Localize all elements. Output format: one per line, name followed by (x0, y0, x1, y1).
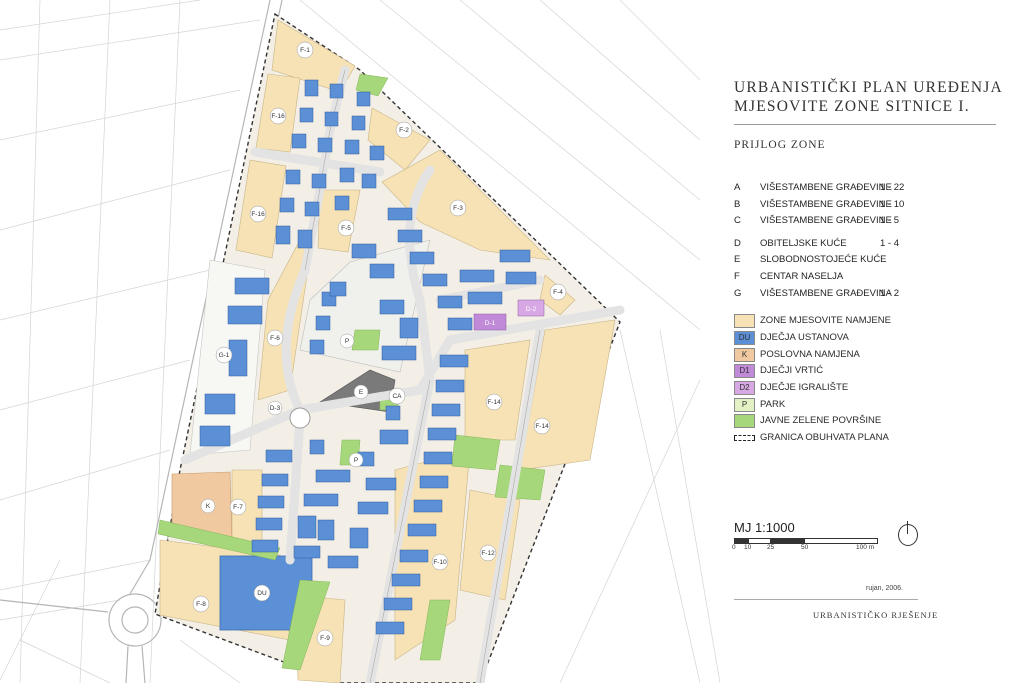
plan-title: URBANISTIČKI PLAN UREĐENJA MJESOVITE ZON… (734, 78, 1003, 116)
label-f14-right: F-14 (533, 417, 551, 435)
legend-swatch-d1: D1 (734, 364, 755, 378)
legend-public-green: JAVNE ZELENE POVRŠINE (734, 414, 1004, 428)
svg-text:F-8: F-8 (196, 601, 206, 608)
label-e: E (353, 384, 369, 400)
legend-mixed-use: ZONE MJESOVITE NAMJENE (734, 314, 1004, 328)
svg-text:F-2: F-2 (399, 127, 409, 134)
label-ca: CA (388, 387, 406, 405)
label-f10: F-10 (431, 553, 449, 571)
label-f4: F-4 (549, 283, 567, 301)
svg-text:F-16: F-16 (271, 113, 285, 120)
label-f16-mid: F-16 (249, 205, 267, 223)
svg-text:D-3: D-3 (270, 405, 281, 412)
svg-text:F-9: F-9 (320, 635, 330, 642)
svg-text:F-16: F-16 (251, 211, 265, 218)
legend-child-institution: DU DJEČJA USTANOVA (734, 331, 1004, 345)
legend-swatch-du: DU (734, 331, 755, 345)
label-du: DU (253, 584, 271, 602)
legend-kindergarten: D1 DJEČJI VRTIĆ (734, 364, 1004, 378)
zone-row-g: G VIŠESTAMBENE GRAĐEVINA 1 - 2 (734, 288, 900, 299)
label-f1: F-1 (296, 41, 314, 59)
label-f8: F-8 (192, 595, 210, 613)
label-d1: D-1 (485, 320, 496, 327)
label-d3: D-3 (267, 400, 283, 416)
svg-text:G-1: G-1 (219, 352, 230, 359)
label-f9: F-9 (316, 629, 334, 647)
scale-tick-50: 50 (801, 544, 809, 551)
scale-tick-100: 100 m (856, 544, 875, 551)
legend-swatch-d2: D2 (734, 381, 755, 395)
scale-bar-segment (770, 539, 805, 543)
svg-text:F-10: F-10 (433, 559, 447, 566)
zone-row-a: A VIŠESTAMBENE GRAĐEVINE 1 - 22 (734, 182, 905, 193)
legend-swatch-boundary (734, 435, 755, 441)
title-divider (734, 124, 996, 125)
legend-playground: D2 DJEČJE IGRALIŠTE (734, 381, 1004, 395)
footer-title: URBANISTIČKO RJEŠENJE (813, 610, 939, 620)
scale-label: MJ 1:1000 (734, 520, 795, 535)
label-f2: F-2 (395, 121, 413, 139)
label-f3: F-3 (449, 199, 467, 217)
label-k: K (200, 498, 216, 514)
plan-title-line1: URBANISTIČKI PLAN UREĐENJA (734, 79, 1003, 96)
label-f5: F-5 (337, 219, 355, 237)
zone-row-e: E SLOBODNOSTOJEĆE KUĆE (734, 254, 887, 265)
svg-text:F-3: F-3 (453, 205, 463, 212)
legend-plan-boundary: GRANICA OBUHVATA PLANA (734, 431, 1004, 445)
label-f6: F-6 (266, 329, 284, 347)
zone-row-f: F CENTAR NASELJA (734, 271, 844, 282)
label-f14-left: F-14 (485, 393, 503, 411)
legend-swatch-mixed (734, 314, 755, 328)
svg-text:CA: CA (392, 393, 402, 400)
zone-row-c: C VIŠESTAMBENE GRAĐEVINE 1 - 5 (734, 215, 900, 226)
label-d2: D-2 (526, 306, 537, 313)
svg-text:F-5: F-5 (341, 225, 351, 232)
svg-text:E: E (359, 389, 364, 396)
legend-swatch-green (734, 414, 755, 428)
north-arrow-icon (898, 521, 918, 546)
scale-tick-25: 25 (767, 544, 775, 551)
svg-text:P: P (354, 457, 358, 464)
label-p-south: P (348, 452, 364, 468)
label-f12: F-12 (479, 544, 497, 562)
legend-business: K POSLOVNA NAMJENA (734, 348, 1004, 362)
label-g1: G-1 (215, 346, 233, 364)
zone-row-b: B VIŠESTAMBENE GRAĐEVINE 1 - 10 (734, 199, 905, 210)
label-p-park: P (339, 333, 355, 349)
svg-text:P: P (345, 338, 349, 345)
label-f16-top: F-16 (269, 107, 287, 125)
central-roundabout (289, 407, 311, 429)
scale-tick-10: 10 (744, 544, 752, 551)
svg-text:F-12: F-12 (481, 550, 495, 557)
svg-text:DU: DU (257, 590, 267, 597)
plan-title-line2: MJESOVITE ZONE SITNICE I. (734, 98, 970, 115)
svg-text:F-4: F-4 (553, 289, 563, 296)
footer-divider (734, 599, 918, 600)
legend-swatch-k: K (734, 348, 755, 362)
plan-subtitle: PRIJLOG ZONE (734, 139, 826, 151)
legend-swatch-p: P (734, 398, 755, 412)
svg-text:K: K (206, 503, 211, 510)
svg-text:F-6: F-6 (270, 335, 280, 342)
scale-tick-0: 0 (732, 544, 736, 551)
legend-park: P PARK (734, 398, 1004, 412)
svg-text:F-1: F-1 (300, 47, 310, 54)
plan-date: rujan, 2006. (866, 585, 903, 592)
zone-row-d: D OBITELJSKE KUĆE 1 - 4 (734, 238, 900, 249)
label-f7: F-7 (229, 498, 247, 516)
svg-text:F-7: F-7 (233, 504, 243, 511)
svg-text:F-14: F-14 (535, 423, 549, 430)
svg-text:F-14: F-14 (487, 399, 501, 406)
scale-bar-segment (735, 539, 749, 543)
